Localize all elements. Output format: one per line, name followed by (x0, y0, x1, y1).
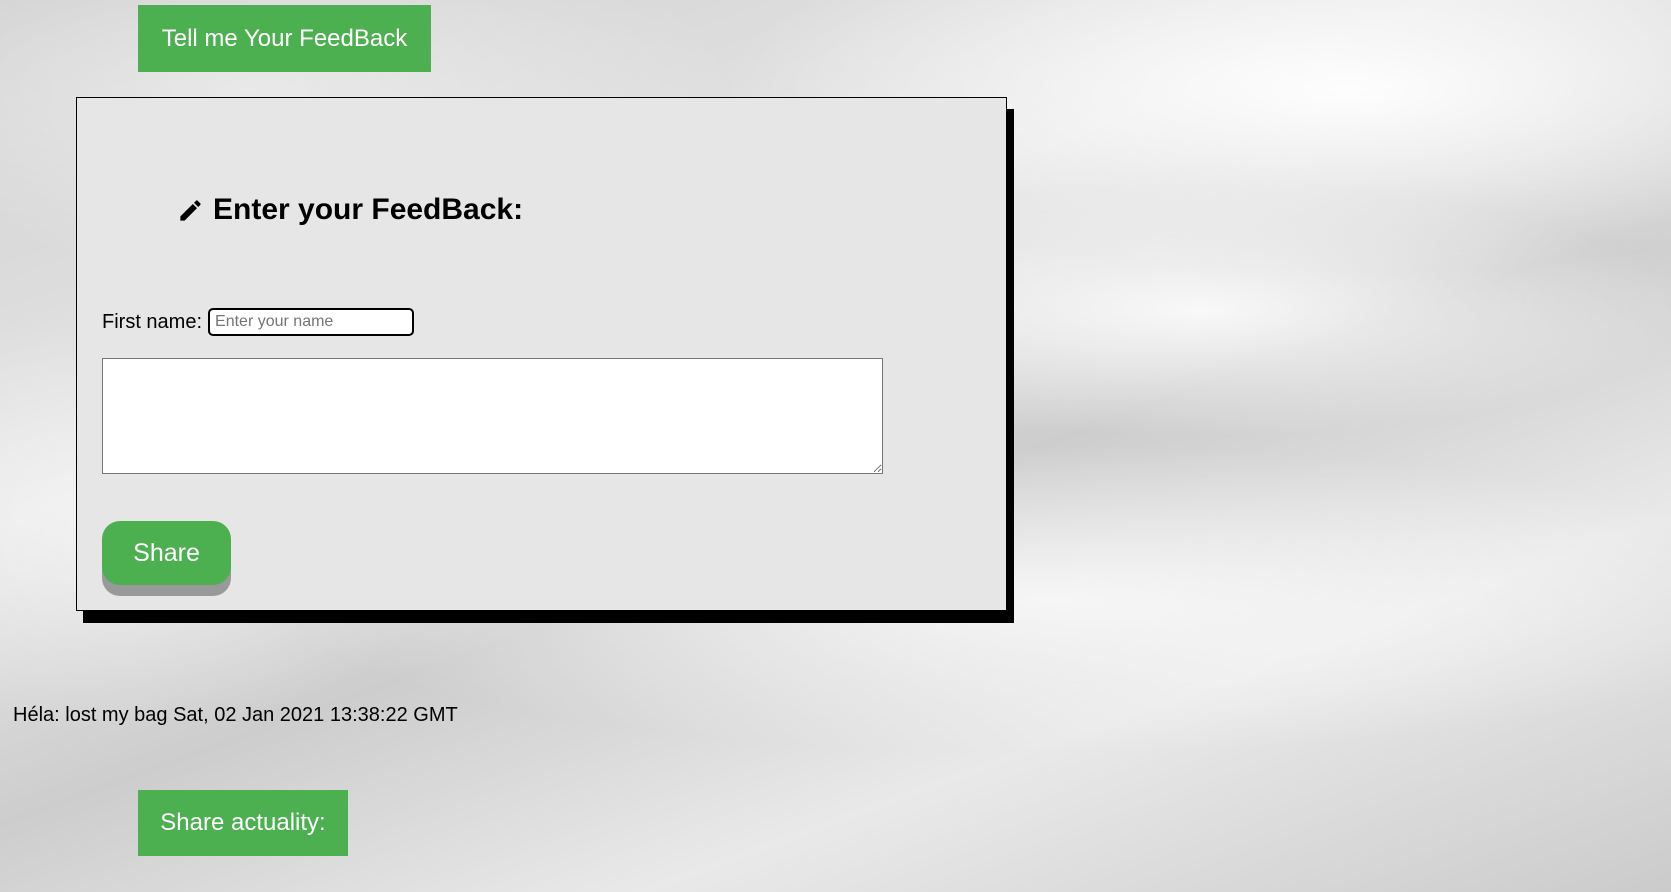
form-title: Enter your FeedBack: (177, 193, 523, 227)
form-title-text: Enter your FeedBack: (213, 193, 524, 226)
share-button[interactable]: Share (102, 521, 231, 585)
first-name-input[interactable] (208, 308, 415, 336)
first-name-label: First name: (102, 310, 203, 333)
share-actuality-button[interactable]: Share actuality: (138, 790, 348, 856)
feedback-panel: Enter your FeedBack: First name: Share (76, 97, 1007, 611)
tell-feedback-button[interactable]: Tell me Your FeedBack (138, 5, 431, 72)
feedback-message: Héla: lost my bag Sat, 02 Jan 2021 13:38… (13, 704, 458, 726)
first-name-row: First name: (102, 308, 415, 336)
feedback-textarea[interactable] (102, 358, 883, 474)
pencil-icon (180, 199, 201, 221)
